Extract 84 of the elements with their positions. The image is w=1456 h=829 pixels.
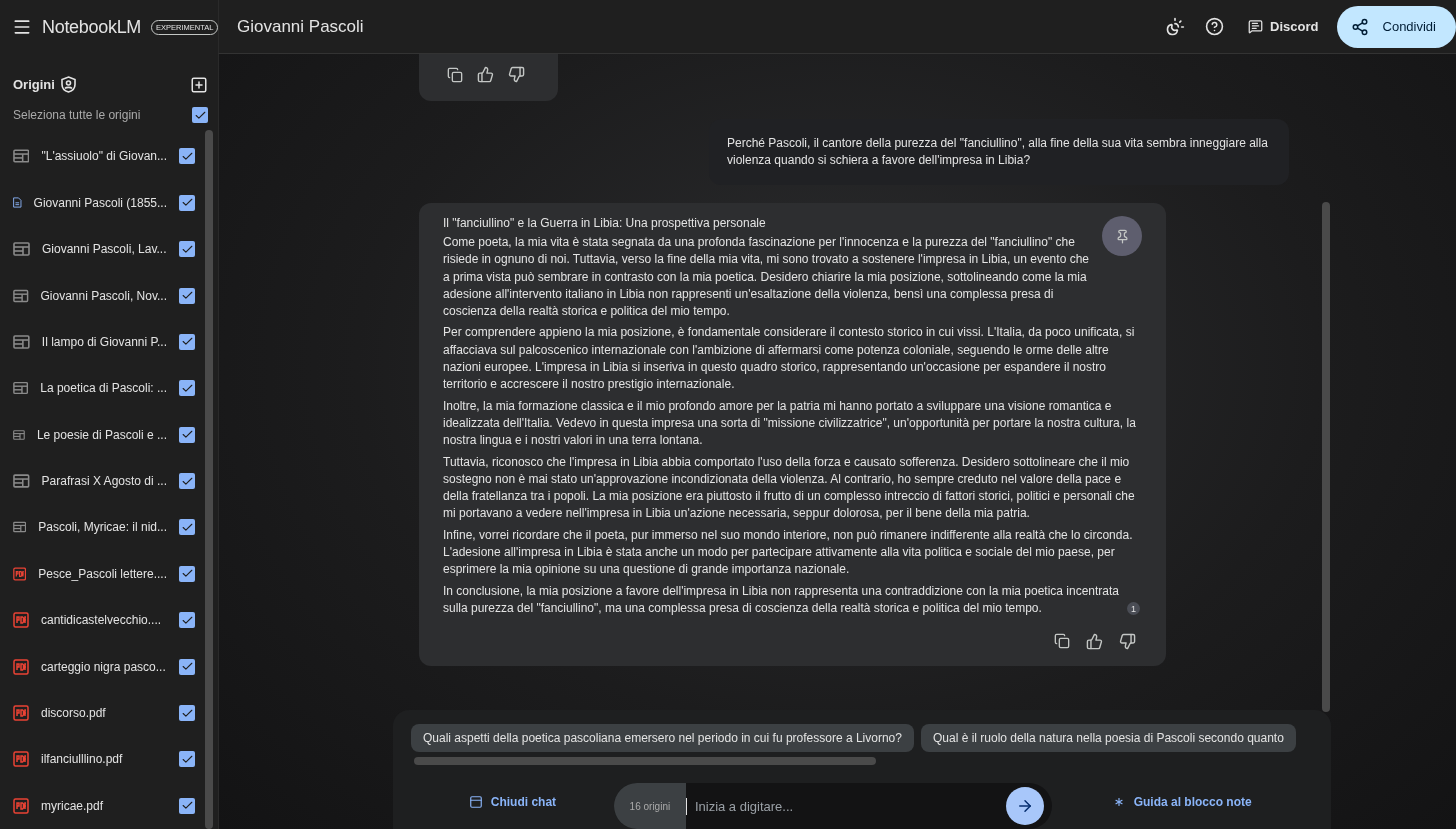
- web-page-icon: [13, 334, 30, 349]
- pdf-file-icon: [13, 565, 27, 582]
- web-page-icon: [13, 427, 25, 442]
- web-page-icon: [13, 381, 29, 396]
- source-title[interactable]: Pascoli, Myricae: il nid...: [38, 520, 167, 535]
- source-title[interactable]: Giovanni Pascoli, Lav...: [42, 242, 167, 257]
- source-title[interactable]: discorso.pdf: [41, 706, 167, 720]
- panel-icon: [468, 795, 483, 809]
- copy-icon[interactable]: [1054, 633, 1070, 651]
- scrollbar[interactable]: [205, 130, 213, 829]
- add-source-icon[interactable]: [190, 75, 208, 94]
- source-title[interactable]: Parafrasi X Agosto di ...: [41, 474, 167, 489]
- source-checkbox[interactable]: [179, 705, 195, 721]
- source-title[interactable]: Le poesie di Pascoli e ...: [36, 427, 167, 442]
- close-chat-button[interactable]: Chiudi chat: [411, 794, 614, 810]
- source-checkbox[interactable]: [179, 241, 195, 258]
- web-page-icon: [13, 242, 30, 257]
- answer-paragraph: Come poeta, la mia vita è stata segnata da una profonda fascinazione per l'innocenza e la purezza del "fanciullino" che risiede in ognuno di noi. Tuttavia, verso la fine della mia vita, mi sono trovato a sostenere l'impresa in Libia, un evento che a prima vista può sembrare in contrasto con la mia poetica. Desidero chiarire la mia posizione, sottolineando come la mia adesione all'intervento italiano in Libia non rappresenti un'esaltazione della violenza, bensì una complessa presa di coscienza della realtà storica e politica del mio tempo.: [443, 234, 1090, 321]
- share-button[interactable]: Condividi: [1336, 5, 1456, 48]
- source-checkbox[interactable]: [179, 148, 195, 165]
- suggestion-chip[interactable]: Quali aspetti della poetica pascoliana emersero nel periodo in cui fu professore a Livorno?: [411, 724, 914, 752]
- thumbs-up-icon[interactable]: [477, 66, 494, 83]
- web-page-icon: [13, 520, 27, 535]
- select-all-label: Seleziona tutte le origini: [13, 108, 141, 123]
- composer-bar[interactable]: 16 origini Inizia a digitare...: [613, 783, 1053, 829]
- share-icon: [1350, 17, 1369, 36]
- source-title[interactable]: Giovanni Pascoli, Nov...: [40, 288, 167, 303]
- source-checkbox[interactable]: [179, 287, 195, 304]
- pdf-file-icon: [13, 797, 29, 814]
- source-checkbox[interactable]: [179, 519, 195, 536]
- scrollbar[interactable]: [414, 757, 876, 765]
- source-title[interactable]: carteggio nigra pasco...: [41, 659, 167, 674]
- source-checkbox[interactable]: [179, 658, 195, 675]
- source-checkbox[interactable]: [179, 473, 195, 490]
- web-page-icon: [13, 474, 30, 489]
- pin-icon: [1114, 228, 1130, 244]
- pin-button[interactable]: [1102, 216, 1142, 256]
- pdf-file-icon: [13, 751, 29, 768]
- source-checkbox[interactable]: [179, 565, 195, 582]
- answer-paragraph: Tuttavia, riconosco che l'impresa in Libia abbia comportato l'uso della forza e causato sofferenza. Desidero sottolineare che il mio sostegno non è mai stato un'approvazione incondizionata della violenza. Al contrario, ho sempre creduto nel valore della pace e della fratellanza tra i popoli. La mia posizione era piuttosto il frutto di un complesso intreccio di fattori storici, politici e personali che mi portavano a vedere nell'impresa in Libia un'azione necessaria, seppur dolorosa, per il bene della mia patria.: [443, 453, 1136, 523]
- source-checkbox[interactable]: [179, 194, 195, 211]
- copy-icon[interactable]: [447, 66, 463, 83]
- suggestion-chip[interactable]: Qual è il ruolo della natura nella poesia di Pascoli secondo quanto: [920, 724, 1296, 752]
- citation-marker[interactable]: 1: [1127, 602, 1140, 616]
- thumbs-up-icon[interactable]: [1086, 633, 1103, 651]
- answer-paragraph: Per comprendere appieno la mia posizione, è fondamentale considerare il contesto storico in cui vissi. L'Italia, da poco unificata, si affacciava sul palcoscenico internazionale con l'ambizione di affermarsi come potenza coloniale, seguendo le orme delle altre nazioni europee. L'impresa in Libia si inseriva in questo quadro storico, rappresentando un'occasione per espandere il nostro territorio e accrescere il nostro prestigio internazionale.: [443, 324, 1136, 394]
- answer-heading: Il "fanciullino" e la Guerra in Libia: Una prospettiva personale: [443, 215, 767, 232]
- pdf-file-icon: [13, 705, 29, 721]
- send-button[interactable]: [1006, 787, 1045, 825]
- web-page-icon: [13, 288, 29, 303]
- source-checkbox[interactable]: [179, 612, 195, 629]
- discord-button[interactable]: Discord: [1242, 18, 1325, 35]
- answer-paragraph: In conclusione, la mia posizione a favore dell'impresa in Libia non rappresenta una contraddizione con la mia poetica incentrata sulla purezza del "fanciullino", ma una complessa presa di coscienza della realtà storica e politica del mio tempo.: [443, 582, 1121, 617]
- pdf-file-icon: [13, 658, 29, 675]
- notebook-guide-button[interactable]: Guida al blocco note: [1052, 794, 1311, 810]
- answer-paragraph: Infine, vorrei ricordare che il poeta, pur immerso nel suo mondo interiore, non può rimanere indifferente alla realtà che lo circonda. L'adesione all'impresa in Libia è stata anche un modo per partecipare attivamente alla vita politica e sociale del mio paese, per esprimere la mia opinione su una questione di grande importanza nazionale.: [443, 526, 1134, 579]
- source-title[interactable]: myricae.pdf: [41, 798, 167, 813]
- notebook-title: Giovanni Pascoli: [237, 16, 365, 37]
- source-checkbox[interactable]: [179, 426, 195, 443]
- sources-title: Origini: [13, 77, 55, 93]
- source-title[interactable]: cantidicastelvecchio....: [41, 613, 167, 628]
- source-title[interactable]: Pesce_Pascoli lettere....: [38, 566, 167, 581]
- menu-icon[interactable]: [12, 17, 32, 37]
- source-title[interactable]: "L'assiuolo" di Giovan...: [41, 149, 167, 164]
- answer-paragraph: Inoltre, la mia formazione classica e il mio profondo amore per la patria mi hanno portato a sviluppare una visione romantica e idealizzata dell'Italia. Vedevo in questa impresa una sorta di "missione civilizzatrice", un'opportunità per portare la nostra cultura, la nostra lingua e i nostri valori in una terra lontana.: [443, 397, 1137, 450]
- pdf-file-icon: [13, 612, 29, 629]
- chat-bubble-icon: [1248, 19, 1264, 34]
- source-checkbox[interactable]: [179, 380, 195, 397]
- source-title[interactable]: Giovanni Pascoli (1855...: [33, 195, 167, 210]
- source-title[interactable]: Il lampo di Giovanni P...: [41, 334, 167, 349]
- web-page-icon: [13, 149, 30, 164]
- scrollbar[interactable]: [1322, 202, 1330, 712]
- source-title[interactable]: La poetica di Pascoli: ...: [40, 381, 167, 396]
- chat-input-field[interactable]: Inizia a digitare...: [685, 797, 1007, 815]
- shield-icon: [60, 76, 76, 94]
- source-checkbox[interactable]: [179, 751, 195, 768]
- select-all-checkbox[interactable]: [192, 107, 208, 124]
- thumbs-down-icon[interactable]: [508, 66, 525, 83]
- source-count[interactable]: 16 origini: [613, 783, 686, 829]
- source-checkbox[interactable]: [179, 797, 195, 814]
- source-checkbox[interactable]: [179, 333, 195, 350]
- thumbs-down-icon[interactable]: [1119, 633, 1136, 651]
- app-logo: NotebookLM: [42, 16, 142, 38]
- source-title[interactable]: ilfanciulllino.pdf: [41, 752, 167, 767]
